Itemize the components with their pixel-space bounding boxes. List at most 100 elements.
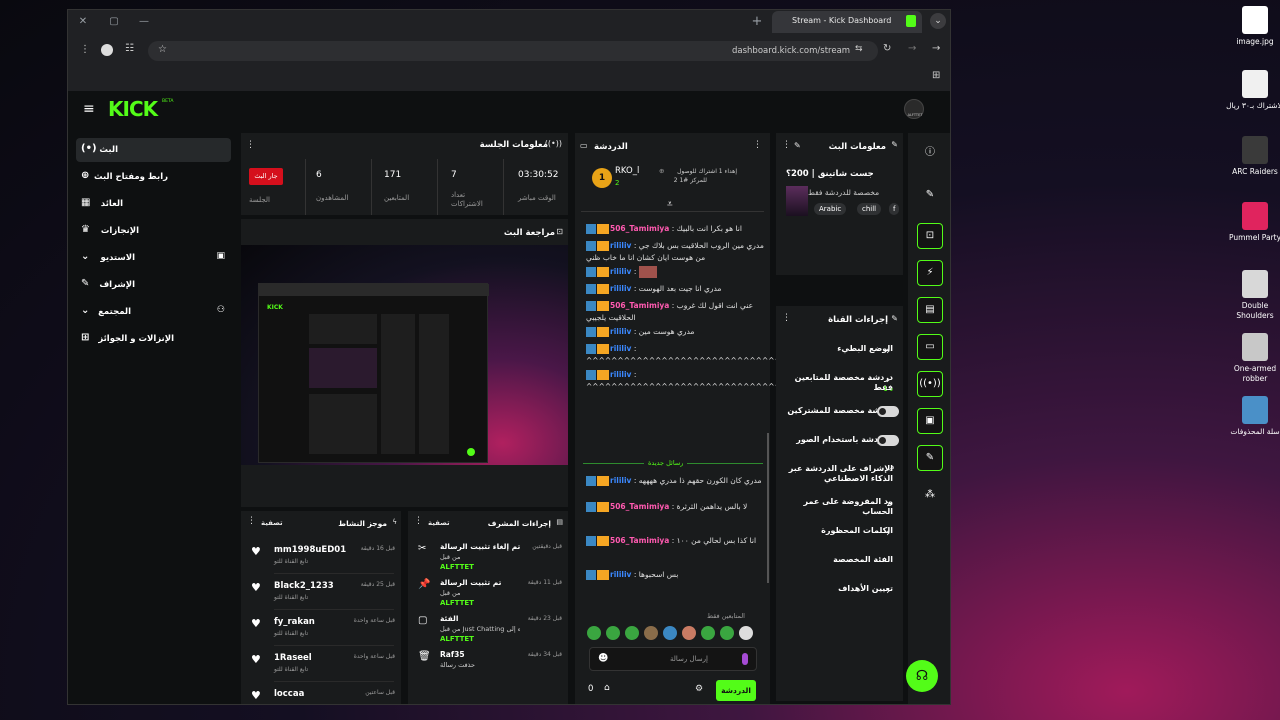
toolbar-button-0[interactable]: ⓘ <box>917 140 943 166</box>
list-item[interactable]: 🗑 Raf35 حذفت رسالة قبل 34 دقيقة <box>408 649 568 683</box>
channel-action-item[interactable]: تعيين الأهداف › <box>776 584 903 610</box>
activity-username[interactable]: fy_rakan <box>274 617 315 627</box>
chat-username[interactable]: rililiv <box>610 284 631 293</box>
filter-button[interactable]: تصفية <box>261 519 283 527</box>
chat-message[interactable]: rililiv : ^^^^^^^^^^^^^^^^^^^^^^^^^^^^^^… <box>586 369 787 393</box>
chat-username[interactable]: rililiv <box>610 570 631 579</box>
collapse-icon[interactable]: ⩡ <box>667 199 673 210</box>
mod-action-user[interactable]: ALFTTET <box>440 563 474 571</box>
channel-action-item[interactable]: الفئة المخصصة <box>776 555 903 581</box>
emote-icon[interactable] <box>587 626 601 640</box>
mod-action-user[interactable]: ALFTTET <box>440 599 474 607</box>
chat-username[interactable]: 506_Tamimiya <box>610 224 669 233</box>
channel-action-item[interactable]: دردشة مخصصة للمشتركين <box>776 406 903 432</box>
chat-username[interactable]: rililiv <box>610 476 631 485</box>
chat-message[interactable]: 506_Tamimiya : عني انت اقول لك غروب الحل… <box>586 300 766 324</box>
chat-message[interactable]: 506_Tamimiya : انا هو بكرا انت بالبيك <box>586 223 766 235</box>
sidebar-item-stream[interactable]: (•) البث <box>76 138 231 162</box>
chat-username[interactable]: rililiv <box>610 344 631 353</box>
tag-chill[interactable]: chill <box>857 203 882 215</box>
store-icon[interactable]: ⌂ <box>604 683 610 693</box>
chat-message[interactable]: rililiv : مدري هوست مين <box>586 326 766 338</box>
kick-logo[interactable]: KICK <box>108 97 158 121</box>
channel-action-item[interactable]: الكلمات المحظورة › <box>776 526 903 552</box>
filter-button[interactable]: تصفية <box>428 519 450 527</box>
chat-username[interactable]: 506_Tamimiya <box>610 301 669 310</box>
apps-grid-icon[interactable]: ⊞ <box>932 70 940 81</box>
stream-category[interactable]: مخصصة للدردشة فقط <box>808 188 879 197</box>
toggle-switch[interactable] <box>877 406 899 417</box>
new-tab-button[interactable]: + <box>748 13 766 31</box>
menu-dots-icon[interactable]: ⋮ <box>246 140 255 150</box>
chat-message[interactable]: rililiv : مدري انا جيت بعد الهوست <box>586 283 766 295</box>
chat-username[interactable]: 506_Tamimiya <box>610 502 669 511</box>
list-item[interactable]: ♥ Black2_1233 تابع القناة للتو قبل 25 دقيقة <box>241 579 401 613</box>
sidebar-item-drops[interactable]: ⊞ الإنزالات و الجوائز <box>76 327 231 351</box>
chat-message[interactable]: rililiv : بس اسحبوها <box>586 569 766 581</box>
profile-icon[interactable] <box>101 44 113 56</box>
toggle-switch[interactable] <box>877 435 899 446</box>
chat-input[interactable]: ☻ إرسال رسالة <box>589 647 757 671</box>
tag-more[interactable]: f <box>889 203 900 215</box>
channel-action-item[interactable]: الوضع البطيء › <box>776 344 903 370</box>
list-item[interactable]: ♥ loccaa قبل ساعتين <box>241 687 401 704</box>
chat-message[interactable]: 506_Tamimiya : انا كذا بس لحالي من ١٠٠ <box>586 535 766 547</box>
tab-search-icon[interactable]: ⌄ <box>930 13 946 29</box>
toolbar-button-8[interactable]: ✎ <box>917 445 943 471</box>
settings-icon[interactable]: ⚙ <box>695 684 703 694</box>
desktop-icon[interactable]: image.jpg <box>1225 6 1280 47</box>
stream-preview-video[interactable]: KICK <box>241 245 568 465</box>
channel-action-item[interactable]: الإشراف على الدردشة عبر الذكاء الاصطناعي… <box>776 464 903 494</box>
activity-username[interactable]: mm1998uED01 <box>274 545 346 555</box>
bookmark-star-icon[interactable]: ☆ <box>158 44 167 55</box>
emote-icon[interactable] <box>682 626 696 640</box>
toolbar-button-7[interactable]: ▣ <box>917 408 943 434</box>
site-settings-icon[interactable]: ⇆ <box>855 44 863 54</box>
sidebar-item-studio[interactable]: ⌄ الاستديو ▣ <box>76 246 231 270</box>
sidebar-item-moderation[interactable]: ✎ الإشراف <box>76 273 231 297</box>
emote-icon[interactable] <box>663 626 677 640</box>
chat-message[interactable]: rililiv : <box>586 266 766 278</box>
menu-dots-icon[interactable]: ⋮ <box>753 140 762 150</box>
toolbar-button-1[interactable]: ✎ <box>917 182 943 208</box>
activity-username[interactable]: loccaa <box>274 689 304 699</box>
extensions-icon[interactable]: ☷ <box>125 43 134 54</box>
sidebar-item-community[interactable]: ⌄ المجتمع ⚇ <box>76 300 231 324</box>
chat-username[interactable]: rililiv <box>610 327 631 336</box>
restore-window-button[interactable]: ▢ <box>105 13 123 31</box>
desktop-icon[interactable]: سلة المحذوفات <box>1225 396 1280 437</box>
hamburger-menu-icon[interactable]: ≡ <box>83 101 95 117</box>
list-item[interactable]: ♥ fy_rakan تابع القناة للتو قبل ساعة واحدة <box>241 615 401 649</box>
activity-username[interactable]: Black2_1233 <box>274 581 334 591</box>
sidebar-item-achievements[interactable]: ♛ الإنجازات <box>76 219 231 243</box>
chat-send-button[interactable]: الدردشة <box>716 680 756 701</box>
minimize-window-button[interactable]: — <box>135 13 153 31</box>
close-window-button[interactable]: ✕ <box>74 13 92 31</box>
chat-message[interactable]: rililiv : مدري كان الكورن حقهم ذا مدري ه… <box>586 475 766 487</box>
microphone-icon[interactable] <box>742 653 748 665</box>
desktop-icon[interactable]: الاشتراك بـ٣٠ ريال <box>1225 70 1280 111</box>
edit-icon[interactable]: ✎ <box>794 141 801 150</box>
menu-dots-icon[interactable]: ⋮ <box>782 313 791 323</box>
avatar[interactable]: ALFTTET <box>904 99 924 119</box>
toolbar-button-2[interactable]: ⊡ <box>917 223 943 249</box>
emote-icon[interactable] <box>739 626 753 640</box>
emote-icon[interactable] <box>625 626 639 640</box>
forward-icon[interactable]: → <box>908 43 916 54</box>
browser-tab[interactable]: Stream - Kick Dashboard <box>772 11 922 33</box>
list-item[interactable]: ♥ mm1998uED01 تابع القناة للتو قبل 16 دقيقة <box>241 543 401 577</box>
emote-icon[interactable] <box>701 626 715 640</box>
chat-message[interactable]: rililiv : مدري مين الروب الحلاقيت بس بلا… <box>586 240 766 264</box>
chat-message[interactable]: rililiv : ^^^^^^^^^^^^^^^^^^^^^^^^^^^^^^… <box>586 343 787 367</box>
desktop-icon[interactable]: Double Shoulders <box>1225 270 1280 321</box>
channel-action-item[interactable]: دردشة مخصصة للمتابعين فقط 1 د › <box>776 373 903 403</box>
list-item[interactable]: ▢ الفئة من قبل Just Chatting تم تغييره إلى… <box>408 613 568 647</box>
list-item[interactable]: 📌 تم تثبيت الرسالة من قبل ALFTTET قبل 11 دقي… <box>408 577 568 611</box>
chat-username[interactable]: rililiv <box>610 267 631 276</box>
desktop-icon[interactable]: ARC Raiders <box>1225 136 1280 177</box>
support-headset-button[interactable]: ☊ <box>906 660 938 692</box>
toolbar-button-3[interactable]: ⚡ <box>917 260 943 286</box>
emote-icon[interactable] <box>606 626 620 640</box>
menu-dots-icon[interactable]: ⋮ <box>247 516 256 526</box>
chat-username[interactable]: rililiv <box>610 241 631 250</box>
